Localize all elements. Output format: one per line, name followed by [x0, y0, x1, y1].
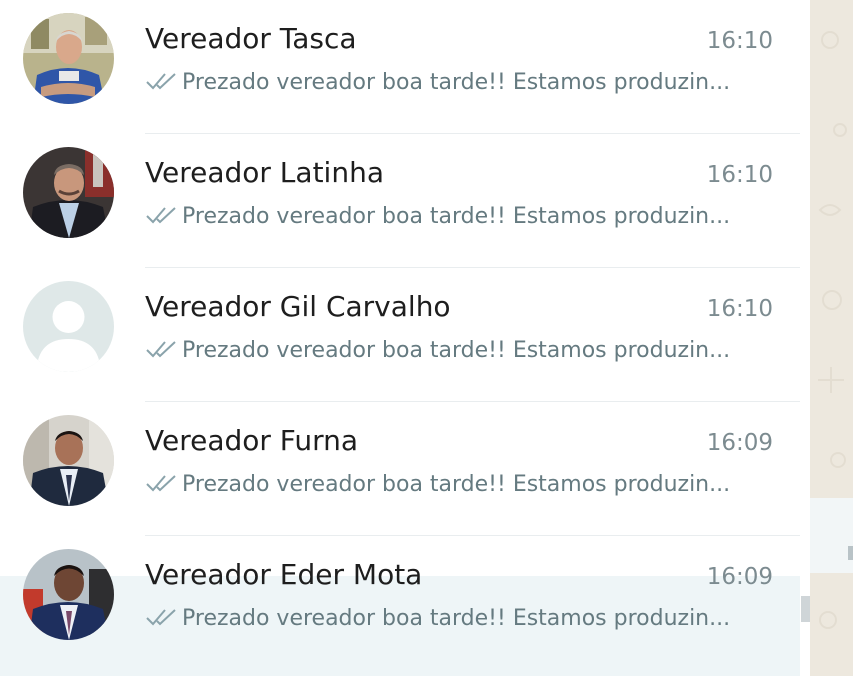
default-avatar-icon[interactable] — [23, 281, 114, 372]
double-check-icon — [146, 207, 176, 224]
message-time: 16:10 — [706, 296, 773, 322]
contact-name: Vereador Tasca — [145, 22, 357, 55]
last-message-preview: Prezado vereador boa tarde!! Estamos pro… — [145, 70, 755, 95]
preview-text: Prezado vereador boa tarde!! Estamos pro… — [182, 606, 731, 631]
last-message-preview: Prezado vereador boa tarde!! Estamos pro… — [145, 606, 755, 631]
chat-item-vereador-tasca[interactable]: Vereador Tasca 16:10 Prezado vereador bo… — [0, 0, 800, 134]
chat-list: Vereador Tasca 16:10 Prezado vereador bo… — [0, 0, 800, 676]
last-message-preview: Prezado vereador boa tarde!! Estamos pro… — [145, 204, 755, 229]
preview-text: Prezado vereador boa tarde!! Estamos pro… — [182, 472, 731, 497]
preview-text: Prezado vereador boa tarde!! Estamos pro… — [182, 204, 731, 229]
chat-item-vereador-eder-mota[interactable]: Vereador Eder Mota 16:09 Prezado vereado… — [0, 536, 800, 676]
whatsapp-chat-list-screen: Vereador Tasca 16:10 Prezado vereador bo… — [0, 0, 853, 676]
contact-avatar[interactable] — [23, 549, 114, 640]
double-check-icon — [146, 73, 176, 90]
last-message-preview: Prezado vereador boa tarde!! Estamos pro… — [145, 472, 755, 497]
panel-highlight-strip — [810, 498, 853, 573]
double-check-icon — [146, 609, 176, 626]
preview-text: Prezado vereador boa tarde!! Estamos pro… — [182, 70, 731, 95]
double-check-icon — [146, 341, 176, 358]
message-time: 16:09 — [706, 564, 773, 590]
message-time: 16:09 — [706, 430, 773, 456]
conversation-background-panel — [810, 0, 853, 676]
chat-item-vereador-latinha[interactable]: Vereador Latinha 16:10 Prezado vereador … — [0, 134, 800, 268]
contact-name: Vereador Eder Mota — [145, 558, 423, 591]
message-time: 16:10 — [706, 28, 773, 54]
background-pattern — [818, 31, 847, 629]
contact-avatar[interactable] — [23, 415, 114, 506]
scrollbar-thumb[interactable] — [801, 596, 810, 622]
chat-item-vereador-furna[interactable]: Vereador Furna 16:09 Prezado vereador bo… — [0, 402, 800, 536]
preview-text: Prezado vereador boa tarde!! Estamos pro… — [182, 338, 731, 363]
contact-name: Vereador Latinha — [145, 156, 384, 189]
last-message-preview: Prezado vereador boa tarde!! Estamos pro… — [145, 338, 755, 363]
double-check-icon — [146, 475, 176, 492]
panel-edge-marker — [848, 546, 853, 560]
message-time: 16:10 — [706, 162, 773, 188]
contact-name: Vereador Gil Carvalho — [145, 290, 451, 323]
contact-name: Vereador Furna — [145, 424, 359, 457]
chat-item-vereador-gil-carvalho[interactable]: Vereador Gil Carvalho 16:10 Prezado vere… — [0, 268, 800, 402]
contact-avatar[interactable] — [23, 13, 114, 104]
contact-avatar[interactable] — [23, 147, 114, 238]
